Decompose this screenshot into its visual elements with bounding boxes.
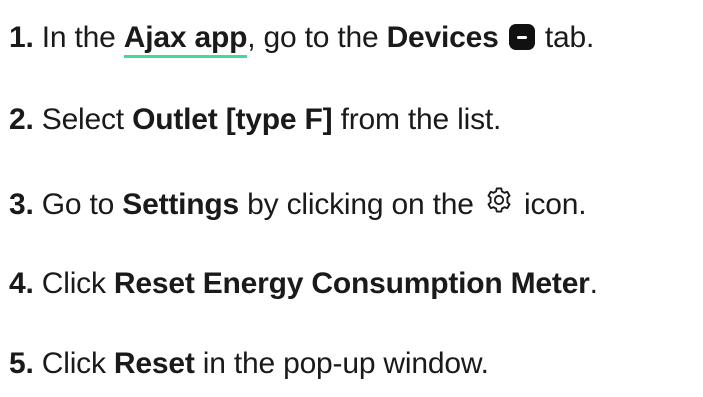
step-3: 3. Go to Settings by clicking on the ico…: [9, 184, 587, 223]
step-text: Click: [41, 267, 106, 300]
step-2: 2. Select Outlet [type F] from the list.: [9, 102, 501, 138]
step-text: In the: [41, 21, 116, 54]
step-text: tab.: [544, 21, 595, 54]
step-4: 4. Click Reset Energy Consumption Meter.: [9, 266, 598, 302]
step-bold-text: Reset: [113, 347, 195, 380]
step-number: 4.: [9, 267, 34, 300]
step-text: Click: [41, 347, 106, 380]
step-text: , go to the: [247, 21, 379, 54]
step-text: by clicking on the: [247, 188, 474, 221]
step-number: 1.: [9, 21, 34, 54]
step-number: 2.: [9, 103, 34, 136]
step-number: 3.: [9, 188, 34, 221]
step-number: 5.: [9, 347, 34, 380]
step-text: icon.: [523, 188, 587, 221]
step-5: 5. Click Reset in the pop-up window.: [9, 346, 489, 382]
gear-icon: [487, 187, 511, 213]
ajax-app-link[interactable]: Ajax app: [123, 21, 247, 58]
devices-icon: [508, 24, 535, 50]
step-bold-text: Outlet [type F]: [132, 103, 333, 136]
step-text: .: [589, 267, 598, 300]
step-bold-text: Devices: [386, 21, 499, 54]
step-text: in the pop-up window.: [202, 347, 489, 380]
step-1: 1. In the Ajax app, go to the Devices ta…: [9, 20, 595, 58]
step-bold-text: Settings: [122, 188, 240, 221]
step-bold-text: Reset Energy Consumption Meter: [113, 267, 590, 300]
step-text: from the list.: [340, 103, 502, 136]
step-text: Go to: [41, 188, 115, 221]
step-text: Select: [41, 103, 124, 136]
